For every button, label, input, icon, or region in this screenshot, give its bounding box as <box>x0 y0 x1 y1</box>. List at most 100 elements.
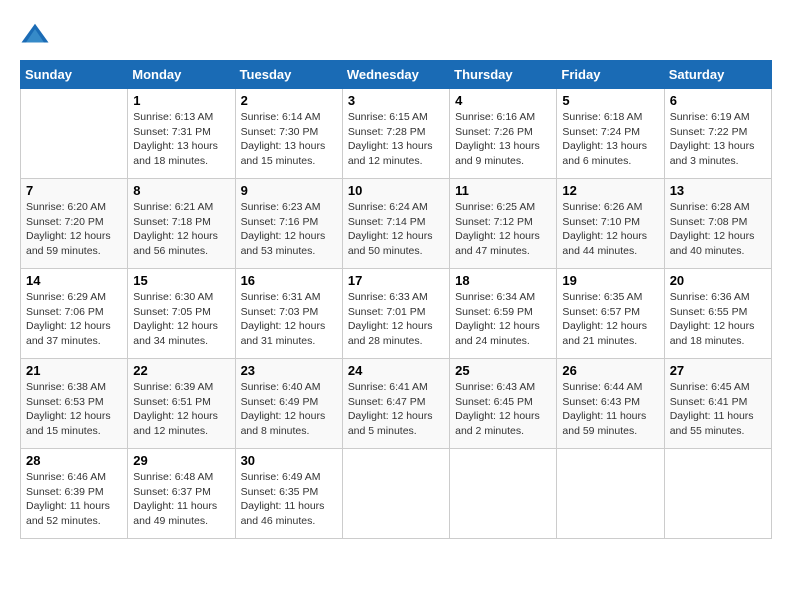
day-info: Sunrise: 6:48 AMSunset: 6:37 PMDaylight:… <box>133 471 217 527</box>
day-number: 21 <box>26 363 122 378</box>
calendar-cell: 24 Sunrise: 6:41 AMSunset: 6:47 PMDaylig… <box>342 359 449 449</box>
day-number: 17 <box>348 273 444 288</box>
day-number: 1 <box>133 93 229 108</box>
calendar-week-5: 28 Sunrise: 6:46 AMSunset: 6:39 PMDaylig… <box>21 449 772 539</box>
day-info: Sunrise: 6:16 AMSunset: 7:26 PMDaylight:… <box>455 111 540 167</box>
day-number: 12 <box>562 183 658 198</box>
calendar-cell <box>342 449 449 539</box>
day-number: 5 <box>562 93 658 108</box>
day-number: 6 <box>670 93 766 108</box>
calendar-cell: 21 Sunrise: 6:38 AMSunset: 6:53 PMDaylig… <box>21 359 128 449</box>
calendar-cell: 18 Sunrise: 6:34 AMSunset: 6:59 PMDaylig… <box>450 269 557 359</box>
calendar-week-4: 21 Sunrise: 6:38 AMSunset: 6:53 PMDaylig… <box>21 359 772 449</box>
day-info: Sunrise: 6:31 AMSunset: 7:03 PMDaylight:… <box>241 291 326 347</box>
calendar-cell: 20 Sunrise: 6:36 AMSunset: 6:55 PMDaylig… <box>664 269 771 359</box>
weekday-header-thursday: Thursday <box>450 61 557 89</box>
calendar-cell: 3 Sunrise: 6:15 AMSunset: 7:28 PMDayligh… <box>342 89 449 179</box>
calendar-cell: 8 Sunrise: 6:21 AMSunset: 7:18 PMDayligh… <box>128 179 235 269</box>
calendar-cell: 1 Sunrise: 6:13 AMSunset: 7:31 PMDayligh… <box>128 89 235 179</box>
calendar-cell: 28 Sunrise: 6:46 AMSunset: 6:39 PMDaylig… <box>21 449 128 539</box>
calendar-cell <box>450 449 557 539</box>
day-info: Sunrise: 6:49 AMSunset: 6:35 PMDaylight:… <box>241 471 325 527</box>
calendar-cell <box>557 449 664 539</box>
calendar-cell: 30 Sunrise: 6:49 AMSunset: 6:35 PMDaylig… <box>235 449 342 539</box>
weekday-header-saturday: Saturday <box>664 61 771 89</box>
day-info: Sunrise: 6:23 AMSunset: 7:16 PMDaylight:… <box>241 201 326 257</box>
day-number: 16 <box>241 273 337 288</box>
day-number: 18 <box>455 273 551 288</box>
logo <box>20 20 54 50</box>
calendar-cell: 23 Sunrise: 6:40 AMSunset: 6:49 PMDaylig… <box>235 359 342 449</box>
day-info: Sunrise: 6:21 AMSunset: 7:18 PMDaylight:… <box>133 201 218 257</box>
calendar-week-2: 7 Sunrise: 6:20 AMSunset: 7:20 PMDayligh… <box>21 179 772 269</box>
calendar-cell <box>21 89 128 179</box>
day-info: Sunrise: 6:26 AMSunset: 7:10 PMDaylight:… <box>562 201 647 257</box>
day-info: Sunrise: 6:19 AMSunset: 7:22 PMDaylight:… <box>670 111 755 167</box>
day-info: Sunrise: 6:35 AMSunset: 6:57 PMDaylight:… <box>562 291 647 347</box>
day-info: Sunrise: 6:25 AMSunset: 7:12 PMDaylight:… <box>455 201 540 257</box>
calendar-cell: 4 Sunrise: 6:16 AMSunset: 7:26 PMDayligh… <box>450 89 557 179</box>
weekday-row: SundayMondayTuesdayWednesdayThursdayFrid… <box>21 61 772 89</box>
weekday-header-wednesday: Wednesday <box>342 61 449 89</box>
day-info: Sunrise: 6:13 AMSunset: 7:31 PMDaylight:… <box>133 111 218 167</box>
calendar-cell: 17 Sunrise: 6:33 AMSunset: 7:01 PMDaylig… <box>342 269 449 359</box>
day-number: 15 <box>133 273 229 288</box>
day-info: Sunrise: 6:44 AMSunset: 6:43 PMDaylight:… <box>562 381 646 437</box>
day-number: 7 <box>26 183 122 198</box>
day-number: 10 <box>348 183 444 198</box>
calendar-cell <box>664 449 771 539</box>
day-number: 9 <box>241 183 337 198</box>
day-info: Sunrise: 6:38 AMSunset: 6:53 PMDaylight:… <box>26 381 111 437</box>
weekday-header-tuesday: Tuesday <box>235 61 342 89</box>
calendar-body: 1 Sunrise: 6:13 AMSunset: 7:31 PMDayligh… <box>21 89 772 539</box>
day-info: Sunrise: 6:20 AMSunset: 7:20 PMDaylight:… <box>26 201 111 257</box>
day-number: 11 <box>455 183 551 198</box>
calendar-cell: 5 Sunrise: 6:18 AMSunset: 7:24 PMDayligh… <box>557 89 664 179</box>
calendar-cell: 19 Sunrise: 6:35 AMSunset: 6:57 PMDaylig… <box>557 269 664 359</box>
day-number: 20 <box>670 273 766 288</box>
day-number: 30 <box>241 453 337 468</box>
day-info: Sunrise: 6:14 AMSunset: 7:30 PMDaylight:… <box>241 111 326 167</box>
day-info: Sunrise: 6:33 AMSunset: 7:01 PMDaylight:… <box>348 291 433 347</box>
day-info: Sunrise: 6:24 AMSunset: 7:14 PMDaylight:… <box>348 201 433 257</box>
calendar-cell: 12 Sunrise: 6:26 AMSunset: 7:10 PMDaylig… <box>557 179 664 269</box>
page-header <box>20 20 772 50</box>
day-info: Sunrise: 6:46 AMSunset: 6:39 PMDaylight:… <box>26 471 110 527</box>
calendar-cell: 9 Sunrise: 6:23 AMSunset: 7:16 PMDayligh… <box>235 179 342 269</box>
calendar-week-1: 1 Sunrise: 6:13 AMSunset: 7:31 PMDayligh… <box>21 89 772 179</box>
day-number: 24 <box>348 363 444 378</box>
day-info: Sunrise: 6:29 AMSunset: 7:06 PMDaylight:… <box>26 291 111 347</box>
day-number: 26 <box>562 363 658 378</box>
day-number: 27 <box>670 363 766 378</box>
calendar-week-3: 14 Sunrise: 6:29 AMSunset: 7:06 PMDaylig… <box>21 269 772 359</box>
day-number: 29 <box>133 453 229 468</box>
day-number: 3 <box>348 93 444 108</box>
weekday-header-sunday: Sunday <box>21 61 128 89</box>
day-number: 14 <box>26 273 122 288</box>
calendar-cell: 14 Sunrise: 6:29 AMSunset: 7:06 PMDaylig… <box>21 269 128 359</box>
day-number: 22 <box>133 363 229 378</box>
day-info: Sunrise: 6:45 AMSunset: 6:41 PMDaylight:… <box>670 381 754 437</box>
calendar-cell: 15 Sunrise: 6:30 AMSunset: 7:05 PMDaylig… <box>128 269 235 359</box>
day-info: Sunrise: 6:36 AMSunset: 6:55 PMDaylight:… <box>670 291 755 347</box>
calendar-cell: 22 Sunrise: 6:39 AMSunset: 6:51 PMDaylig… <box>128 359 235 449</box>
calendar-cell: 6 Sunrise: 6:19 AMSunset: 7:22 PMDayligh… <box>664 89 771 179</box>
day-info: Sunrise: 6:40 AMSunset: 6:49 PMDaylight:… <box>241 381 326 437</box>
day-info: Sunrise: 6:34 AMSunset: 6:59 PMDaylight:… <box>455 291 540 347</box>
calendar-cell: 7 Sunrise: 6:20 AMSunset: 7:20 PMDayligh… <box>21 179 128 269</box>
logo-icon <box>20 20 50 50</box>
calendar-cell: 16 Sunrise: 6:31 AMSunset: 7:03 PMDaylig… <box>235 269 342 359</box>
calendar-cell: 11 Sunrise: 6:25 AMSunset: 7:12 PMDaylig… <box>450 179 557 269</box>
calendar-cell: 25 Sunrise: 6:43 AMSunset: 6:45 PMDaylig… <box>450 359 557 449</box>
calendar-table: SundayMondayTuesdayWednesdayThursdayFrid… <box>20 60 772 539</box>
day-info: Sunrise: 6:18 AMSunset: 7:24 PMDaylight:… <box>562 111 647 167</box>
calendar-cell: 29 Sunrise: 6:48 AMSunset: 6:37 PMDaylig… <box>128 449 235 539</box>
day-info: Sunrise: 6:30 AMSunset: 7:05 PMDaylight:… <box>133 291 218 347</box>
day-number: 8 <box>133 183 229 198</box>
calendar-cell: 2 Sunrise: 6:14 AMSunset: 7:30 PMDayligh… <box>235 89 342 179</box>
day-info: Sunrise: 6:39 AMSunset: 6:51 PMDaylight:… <box>133 381 218 437</box>
weekday-header-monday: Monday <box>128 61 235 89</box>
day-info: Sunrise: 6:41 AMSunset: 6:47 PMDaylight:… <box>348 381 433 437</box>
calendar-cell: 26 Sunrise: 6:44 AMSunset: 6:43 PMDaylig… <box>557 359 664 449</box>
day-number: 23 <box>241 363 337 378</box>
